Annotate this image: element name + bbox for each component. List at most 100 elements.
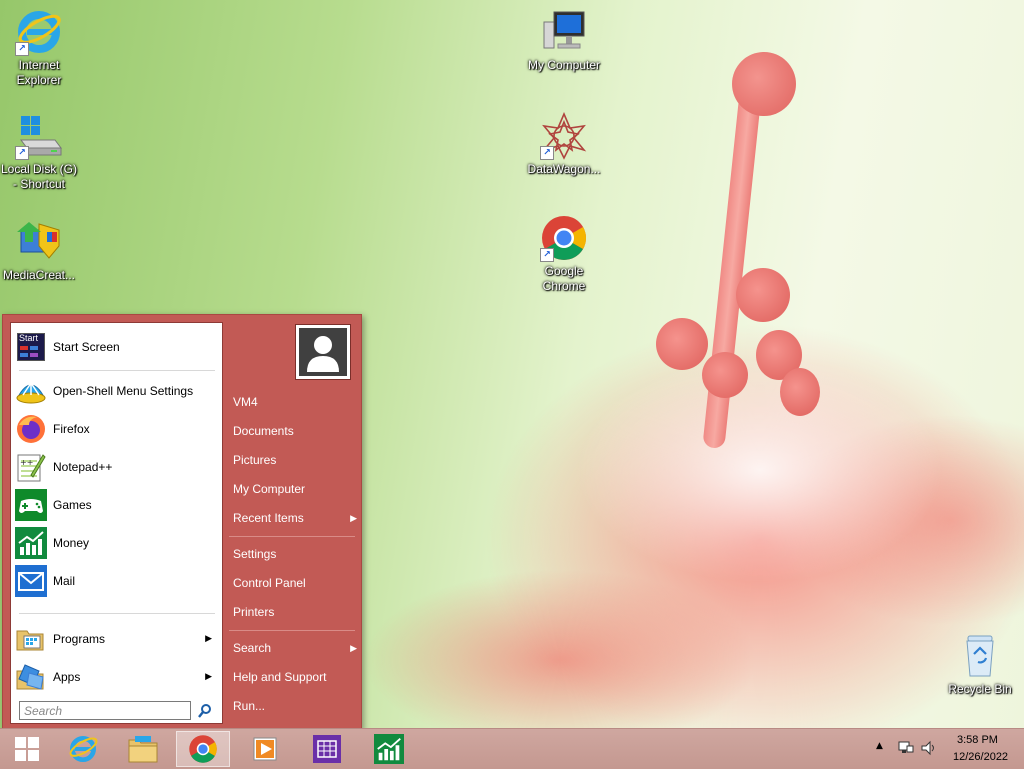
start-menu-link-help-and-support[interactable]: Help and Support xyxy=(225,664,363,690)
start-menu-item-label: Programs xyxy=(53,632,106,646)
start-menu-separator xyxy=(19,370,215,371)
wallpaper-stamen xyxy=(780,368,820,416)
taskbar-calendar[interactable] xyxy=(300,731,354,767)
wallpaper-stamen xyxy=(736,268,790,322)
start-menu-item-label: Firefox xyxy=(53,422,90,436)
taskbar-media-player[interactable] xyxy=(238,731,292,767)
desktop-icon-label: Internet xyxy=(18,58,60,72)
shortcut-arrow-icon: ↗ xyxy=(15,146,29,160)
svg-text:++: ++ xyxy=(20,458,33,467)
start-menu-item-apps[interactable]: Apps ▶ xyxy=(15,659,220,695)
apps-icon xyxy=(15,661,47,693)
windows-logo-icon xyxy=(15,737,39,761)
search-icon[interactable] xyxy=(197,703,213,719)
start-menu-search-input[interactable] xyxy=(19,701,191,720)
volume-icon[interactable] xyxy=(920,740,938,760)
start-menu-item-label: Open-Shell Menu Settings xyxy=(53,384,194,398)
calendar-icon xyxy=(313,735,341,763)
network-icon[interactable] xyxy=(897,740,915,760)
start-menu-item-open-shell-settings[interactable]: Open-Shell Menu Settings xyxy=(15,373,220,409)
desktop-icon-label: DataWagon... xyxy=(527,162,601,176)
submenu-arrow-icon: ▶ xyxy=(205,634,212,644)
start-menu-link-search[interactable]: Search ▶ xyxy=(225,635,363,661)
user-account-picture[interactable] xyxy=(295,324,351,380)
desktop-icon-label: My Computer xyxy=(527,58,601,72)
desktop-icon-label: MediaCreat... xyxy=(2,268,76,282)
start-menu-item-games[interactable]: Games xyxy=(15,487,220,523)
start-menu-item-notepad-plus-plus[interactable]: ++ Notepad++ xyxy=(15,449,220,485)
start-menu-link-user[interactable]: VM4 xyxy=(225,389,363,415)
start-menu-link-printers[interactable]: Printers xyxy=(225,599,363,625)
start-button[interactable] xyxy=(0,731,54,767)
clock-date[interactable]: 12/26/2022 xyxy=(953,751,1008,763)
start-menu-link-control-panel[interactable]: Control Panel xyxy=(225,570,363,596)
start-menu-item-programs[interactable]: Programs ▶ xyxy=(15,621,220,657)
notepad-plus-plus-icon: ++ xyxy=(15,451,47,483)
start-menu-item-label: Games xyxy=(53,498,92,512)
desktop-icon-label: Recycle Bin xyxy=(948,682,1012,696)
money-icon xyxy=(15,527,47,559)
start-menu-separator xyxy=(229,630,355,631)
start-menu-item-label: Notepad++ xyxy=(53,460,113,474)
desktop-icon-local-disk-g-shortcut[interactable]: ↗ Local Disk (G) - Shortcut xyxy=(0,112,81,192)
taskbar: ▲ 3:58 PM 12/26/2022 xyxy=(0,728,1024,769)
taskbar-google-chrome[interactable] xyxy=(176,731,230,767)
wallpaper-flower-bud xyxy=(732,52,796,116)
start-menu-link-recent-items[interactable]: Recent Items ▶ xyxy=(225,505,363,531)
desktop-icon-internet-explorer[interactable]: ↗ Internet Explorer xyxy=(0,8,81,88)
start-menu-item-label: Money xyxy=(53,536,90,550)
user-avatar-icon xyxy=(299,328,347,376)
shortcut-arrow-icon: ↗ xyxy=(15,42,29,56)
chrome-icon: ↗ xyxy=(540,214,588,262)
desktop-icon-label: - Shortcut xyxy=(12,177,66,191)
computer-icon xyxy=(540,8,588,56)
start-menu-separator xyxy=(229,536,355,537)
taskbar-money[interactable] xyxy=(362,731,416,767)
start-menu-left-pane: Start Start Screen Open-Shell Menu Setti… xyxy=(10,322,223,724)
shortcut-arrow-icon: ↗ xyxy=(540,248,554,262)
start-menu-link-pictures[interactable]: Pictures xyxy=(225,447,363,473)
desktop-icon-label: Explorer xyxy=(16,73,62,87)
taskbar-file-explorer[interactable] xyxy=(116,731,170,767)
start-menu-link-my-computer[interactable]: My Computer xyxy=(225,476,363,502)
file-explorer-icon xyxy=(128,736,158,763)
desktop-icon-recycle-bin[interactable]: Recycle Bin xyxy=(938,632,1022,697)
start-menu-item-money[interactable]: Money xyxy=(15,525,220,561)
mail-icon xyxy=(15,565,47,597)
start-menu-item-start-screen[interactable]: Start Start Screen xyxy=(15,329,220,365)
start-menu-link-settings[interactable]: Settings xyxy=(225,541,363,567)
start-screen-icon: Start xyxy=(15,331,47,363)
start-menu-item-label: Start Screen xyxy=(53,340,120,354)
desktop-icon-label: Chrome xyxy=(542,279,586,293)
start-menu-item-label: Apps xyxy=(53,670,81,684)
start-menu-item-mail[interactable]: Mail xyxy=(15,563,220,599)
internet-explorer-icon xyxy=(69,736,98,762)
start-menu-separator xyxy=(19,613,215,614)
firefox-icon xyxy=(15,413,47,445)
desktop-icon-google-chrome[interactable]: ↗ Google Chrome xyxy=(522,214,606,294)
start-menu-link-documents[interactable]: Documents xyxy=(225,418,363,444)
taskbar-internet-explorer[interactable] xyxy=(56,731,110,767)
desktop-icon-label: Google xyxy=(544,264,584,278)
internet-explorer-icon: ↗ xyxy=(15,8,63,56)
start-menu-item-label: Mail xyxy=(53,574,76,588)
start-screen-icon-text: Start xyxy=(19,333,39,343)
start-menu-link-run[interactable]: Run... xyxy=(225,693,363,719)
clock-time[interactable]: 3:58 PM xyxy=(957,734,998,746)
submenu-arrow-icon: ▶ xyxy=(350,513,357,523)
start-menu-item-firefox[interactable]: Firefox xyxy=(15,411,220,447)
show-hidden-icons-chevron-icon[interactable]: ▲ xyxy=(876,741,883,751)
wallpaper-stamen xyxy=(702,352,748,398)
desktop-icon-mediacreation[interactable]: MediaCreat... xyxy=(0,218,81,283)
submenu-arrow-icon: ▶ xyxy=(350,643,357,653)
desktop-icon-label: Local Disk (G) xyxy=(0,162,77,176)
games-icon xyxy=(15,489,47,521)
drive-icon: ↗ xyxy=(15,112,63,160)
datawagon-icon: ↗ xyxy=(540,111,588,160)
media-creation-tool-icon xyxy=(15,218,63,266)
programs-folder-icon xyxy=(15,623,47,655)
desktop-icon-datawagon[interactable]: ↗ DataWagon... xyxy=(522,111,606,177)
chrome-icon xyxy=(189,735,217,763)
money-icon xyxy=(374,734,404,764)
desktop-icon-my-computer[interactable]: My Computer xyxy=(522,8,606,73)
